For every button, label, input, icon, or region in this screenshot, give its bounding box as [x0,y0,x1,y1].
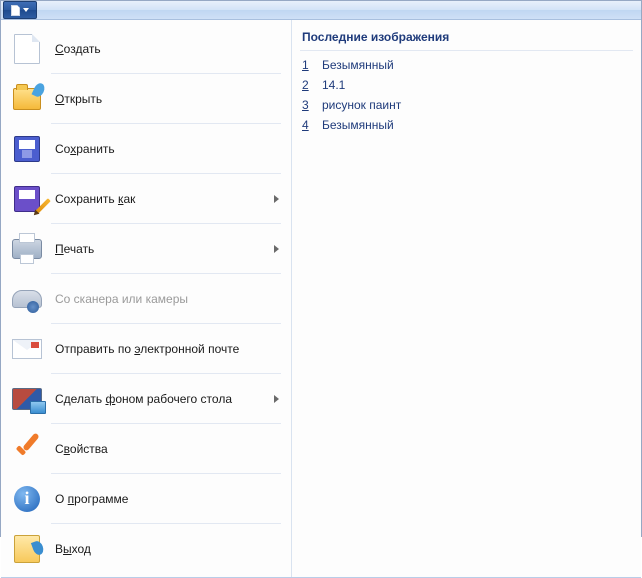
save-icon [11,133,43,165]
recent-item-number: 2 [302,78,312,92]
menu-label: Открыть [55,92,279,106]
menu-label: Со сканера или камеры [55,292,279,306]
menu-label: Отправить по электронной почте [55,342,279,356]
menu-save-as[interactable]: Сохранить как [5,176,287,221]
submenu-arrow-icon [274,195,279,203]
recent-item[interactable]: 4 Безымянный [300,115,633,135]
print-icon [11,233,43,265]
menu-label: Выход [55,542,279,556]
menu-save[interactable]: Сохранить [5,126,287,171]
exit-icon [11,533,43,565]
recent-title: Последние изображения [300,28,633,51]
menu-properties[interactable]: Свойства [5,426,287,471]
separator [51,223,281,224]
recent-item[interactable]: 3 рисунок паинт [300,95,633,115]
separator [51,323,281,324]
separator [51,423,281,424]
menu-open[interactable]: Открыть [5,76,287,121]
submenu-arrow-icon [274,395,279,403]
menu-label: Сделать фоном рабочего стола [55,392,268,406]
recent-item-number: 3 [302,98,312,112]
separator [51,523,281,524]
recent-item-name: Безымянный [322,118,394,132]
menu-label: О программе [55,492,279,506]
new-file-icon [11,33,43,65]
titlebar [1,1,641,20]
menu-label: Сохранить как [55,192,268,206]
separator [51,173,281,174]
app-menu-window: Создать Открыть Сохранить Сохранить как [0,0,642,537]
recent-item[interactable]: 1 Безымянный [300,55,633,75]
menu-send-email[interactable]: Отправить по электронной почте [5,326,287,371]
menu-scan: Со сканера или камеры [5,276,287,321]
menu-new[interactable]: Создать [5,26,287,71]
menu-column: Создать Открыть Сохранить Сохранить как [1,20,292,577]
separator [51,123,281,124]
menu-label: Сохранить [55,142,279,156]
save-as-icon [11,183,43,215]
separator [51,373,281,374]
app-menu-button[interactable] [3,1,37,19]
recent-item-name: 14.1 [322,78,345,92]
menu-about[interactable]: i О программе [5,476,287,521]
menu-label: Печать [55,242,268,256]
menu-wallpaper[interactable]: Сделать фоном рабочего стола [5,376,287,421]
recent-column: Последние изображения 1Безымянный214.13р… [292,20,641,577]
checkmark-icon [11,433,43,465]
menu-label: Создать [55,42,279,56]
separator [51,473,281,474]
recent-item-number: 1 [302,58,312,72]
chevron-down-icon [23,8,29,12]
separator [51,73,281,74]
desktop-wallpaper-icon [11,383,43,415]
document-icon [11,5,20,16]
recent-list: 1Безымянный214.13рисунок паинт4Безымянны… [300,55,633,135]
open-folder-icon [11,83,43,115]
mail-icon [11,333,43,365]
separator [51,273,281,274]
recent-item[interactable]: 214.1 [300,75,633,95]
menu-body: Создать Открыть Сохранить Сохранить как [1,20,641,577]
menu-exit[interactable]: Выход [5,526,287,571]
info-icon: i [11,483,43,515]
recent-item-number: 4 [302,118,312,132]
submenu-arrow-icon [274,245,279,253]
recent-item-name: Безымянный [322,58,394,72]
menu-print[interactable]: Печать [5,226,287,271]
recent-item-name: рисунок паинт [322,98,401,112]
menu-label: Свойства [55,442,279,456]
scanner-icon [11,283,43,315]
